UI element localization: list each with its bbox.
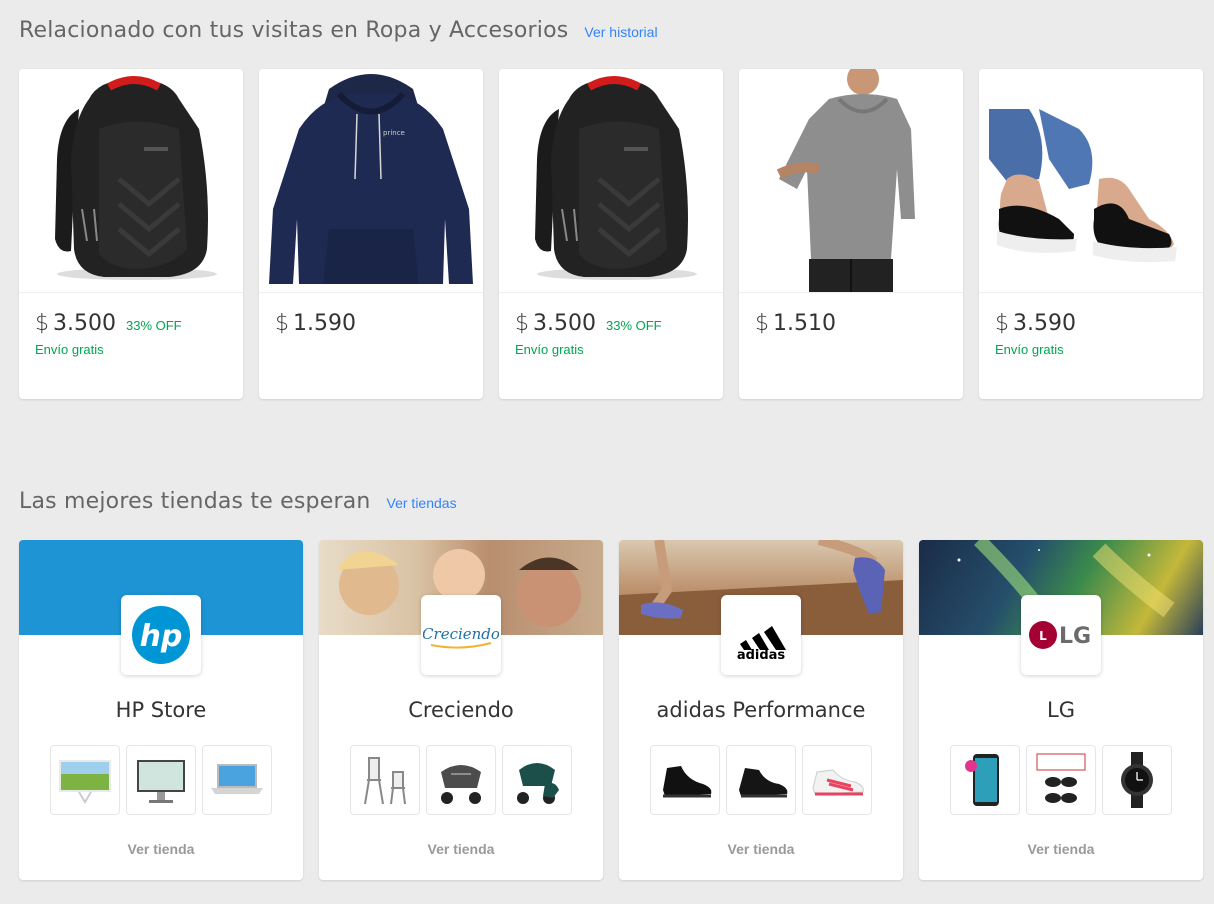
backpack-image[interactable] [499, 69, 723, 293]
sandals-image[interactable] [979, 69, 1203, 293]
adidas-logo: adidas [721, 595, 801, 675]
store-card-adidas[interactable]: adidas adidas Performance Ver tienda [619, 540, 903, 880]
product-thumb[interactable] [802, 745, 872, 815]
discount-badge: 33% OFF [605, 318, 662, 333]
svg-text:LG: LG [1059, 624, 1091, 649]
discount-badge: 33% OFF [125, 318, 182, 333]
ver-tienda-link[interactable]: Ver tienda [19, 841, 303, 857]
free-shipping-label: Envío gratis [35, 342, 104, 357]
product-price: 1.510 [773, 311, 836, 336]
product-thumb[interactable] [726, 745, 796, 815]
product-card[interactable]: $ 3.500 33% OFF Envío gratis [499, 69, 723, 399]
svg-text:Creciendo: Creciendo [423, 625, 499, 643]
currency-symbol: $ [995, 311, 1009, 336]
store-name: HP Store [115, 698, 207, 722]
ver-tienda-link[interactable]: Ver tienda [619, 841, 903, 857]
product-card[interactable]: $ 1.510 [739, 69, 963, 399]
store-name: adidas Performance [656, 698, 866, 722]
product-price: 3.590 [1013, 311, 1076, 336]
visits-section-title: Relacionado con tus visitas en Ropa y Ac… [19, 18, 569, 43]
visits-section-header: Relacionado con tus visitas en Ropa y Ac… [19, 18, 658, 43]
product-card[interactable]: $ 3.500 33% OFF Envío gratis [19, 69, 243, 399]
stores-carousel: hp HP Store Ver tienda Creciendo Crecien… [19, 540, 1203, 880]
ver-tienda-link[interactable]: Ver tienda [319, 841, 603, 857]
backpack-image[interactable] [19, 69, 243, 293]
product-thumb[interactable] [350, 745, 420, 815]
currency-symbol: $ [35, 311, 49, 336]
product-card[interactable]: prince $ 1.590 [259, 69, 483, 399]
store-card-lg[interactable]: L LG LG Ver tienda [919, 540, 1203, 880]
currency-symbol: $ [515, 311, 529, 336]
navy-hoodie-image[interactable]: prince [259, 69, 483, 293]
product-thumb[interactable] [50, 745, 120, 815]
currency-symbol: $ [275, 311, 289, 336]
product-thumb[interactable] [502, 745, 572, 815]
creciendo-logo: Creciendo [421, 595, 501, 675]
gray-hoodie-image[interactable] [739, 69, 963, 293]
product-carousel: $ 3.500 33% OFF Envío gratis prince $ 1.… [19, 69, 1203, 399]
stores-section-title: Las mejores tiendas te esperan [19, 489, 371, 514]
product-thumb[interactable] [950, 745, 1020, 815]
store-card-hp[interactable]: hp HP Store Ver tienda [19, 540, 303, 880]
lg-logo: L LG [1021, 595, 1101, 675]
ver-historial-link[interactable]: Ver historial [584, 24, 657, 40]
ver-tiendas-link[interactable]: Ver tiendas [387, 495, 457, 511]
store-name: Creciendo [408, 698, 514, 722]
stores-section-header: Las mejores tiendas te esperan Ver tiend… [19, 489, 457, 514]
ver-tienda-link[interactable]: Ver tienda [919, 841, 1203, 857]
svg-text:adidas: adidas [737, 648, 786, 660]
store-card-creciendo[interactable]: Creciendo Creciendo Ver tienda [319, 540, 603, 880]
product-thumb[interactable] [202, 745, 272, 815]
product-price: 3.500 [53, 311, 116, 336]
product-thumb[interactable] [1102, 745, 1172, 815]
store-name: LG [1047, 698, 1075, 722]
svg-text:L: L [1039, 629, 1047, 643]
free-shipping-label: Envío gratis [515, 342, 584, 357]
free-shipping-label: Envío gratis [995, 342, 1064, 357]
product-price: 3.500 [533, 311, 596, 336]
svg-text:hp: hp [140, 619, 183, 654]
currency-symbol: $ [755, 311, 769, 336]
product-thumb[interactable] [650, 745, 720, 815]
product-thumb[interactable] [126, 745, 196, 815]
hp-logo: hp [121, 595, 201, 675]
product-price: 1.590 [293, 311, 356, 336]
product-thumb[interactable] [426, 745, 496, 815]
product-card[interactable]: $ 3.590 Envío gratis [979, 69, 1203, 399]
product-thumb[interactable] [1026, 745, 1096, 815]
svg-text:prince: prince [383, 129, 405, 137]
